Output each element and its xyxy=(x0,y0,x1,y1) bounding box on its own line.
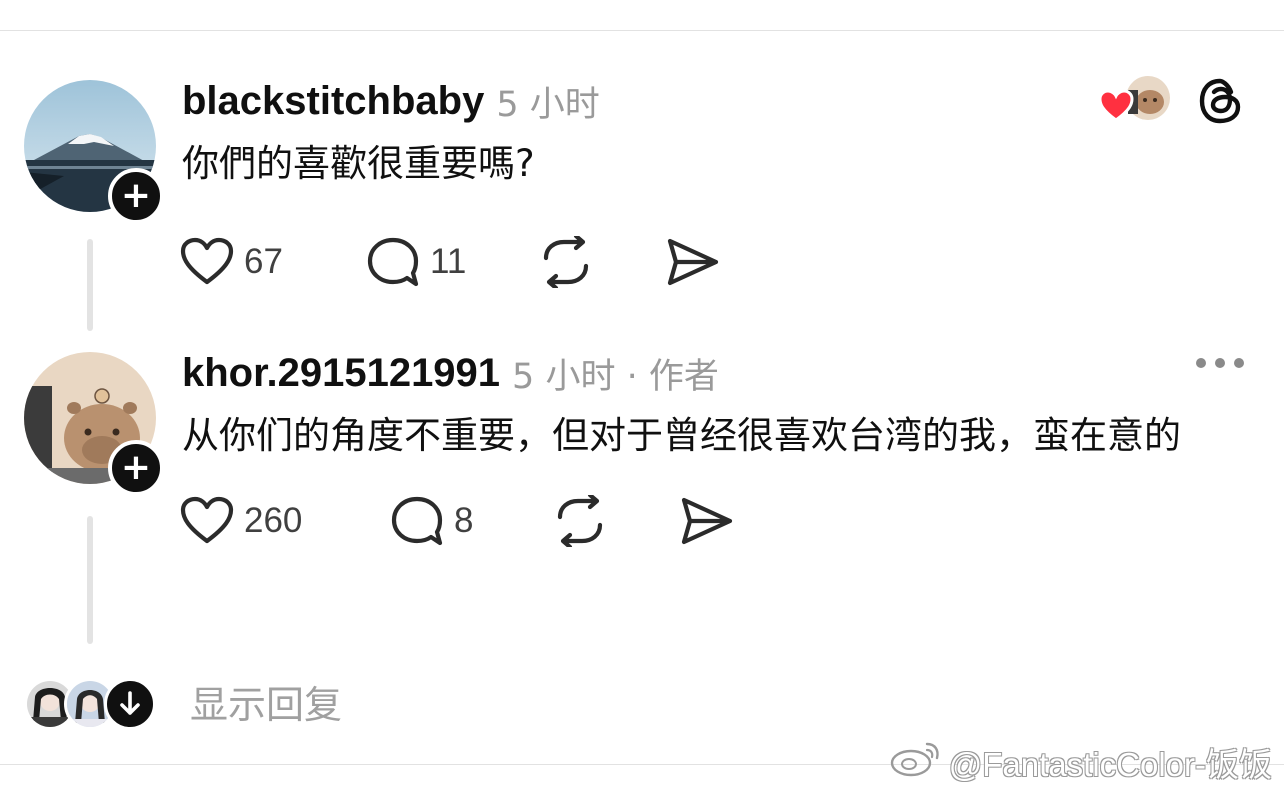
comment-button[interactable]: 8 xyxy=(390,493,473,549)
repost-icon xyxy=(538,236,594,288)
weibo-logo-icon xyxy=(889,738,943,786)
send-icon xyxy=(680,496,734,546)
repost-button[interactable] xyxy=(538,234,594,290)
post-time: 5 小时 xyxy=(496,84,600,125)
share-button[interactable] xyxy=(680,493,734,549)
post-content: 你們的喜歡很重要嗎? xyxy=(182,142,535,185)
thread-line xyxy=(87,516,93,644)
username[interactable]: khor.2915121991 xyxy=(182,351,500,396)
post-header: blackstitchbaby 5 小时 xyxy=(182,76,600,126)
comment-count: 11 xyxy=(430,242,467,281)
comment-button[interactable]: 11 xyxy=(366,234,466,290)
heart-outline-icon xyxy=(180,237,234,287)
thread-line xyxy=(87,239,93,331)
watermark-text: @FantasticColor-饭饭 xyxy=(948,746,1272,783)
username[interactable]: blackstitchbaby xyxy=(182,79,484,124)
send-icon xyxy=(666,237,720,287)
follow-plus-button[interactable]: + xyxy=(108,168,164,224)
threads-logo-icon[interactable] xyxy=(1196,76,1246,130)
comment-bubble-icon xyxy=(390,495,444,547)
show-replies-label[interactable]: 显示回复 xyxy=(190,680,342,730)
like-count: 67 xyxy=(244,242,283,281)
liked-by-indicator[interactable] xyxy=(1098,72,1172,132)
show-replies-row[interactable]: 显示回复 xyxy=(24,678,424,732)
weibo-watermark: @FantasticColor-饭饭 xyxy=(889,738,1272,786)
like-button[interactable]: 67 xyxy=(180,234,283,290)
arrow-down-icon[interactable] xyxy=(104,678,156,730)
more-dots-icon[interactable] xyxy=(1196,358,1244,368)
post-content: 从你们的角度不重要，但对于曾经很喜欢台湾的我，蛮在意的 xyxy=(182,414,1181,457)
comment-count: 8 xyxy=(454,501,474,540)
top-divider xyxy=(0,30,1284,31)
post-time: 5 小时 · 作者 xyxy=(512,356,719,397)
like-button[interactable]: 260 xyxy=(180,493,302,549)
follow-plus-button[interactable]: + xyxy=(108,440,164,496)
repost-button[interactable] xyxy=(552,493,608,549)
like-count: 260 xyxy=(244,501,303,540)
repost-icon xyxy=(552,495,608,547)
comment-bubble-icon xyxy=(366,236,420,288)
post-header: khor.2915121991 5 小时 · 作者 xyxy=(182,348,719,398)
share-button[interactable] xyxy=(666,234,720,290)
heart-outline-icon xyxy=(180,496,234,546)
